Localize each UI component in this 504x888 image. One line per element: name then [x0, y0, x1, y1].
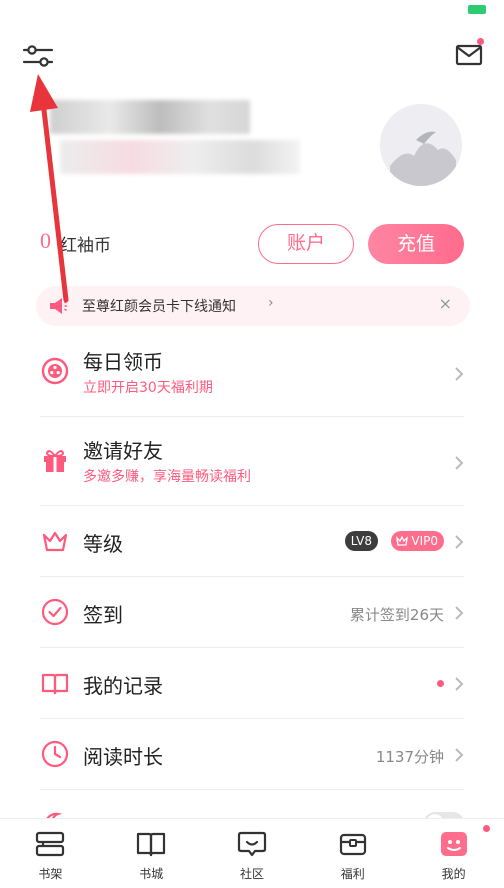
bookshelf-icon [36, 831, 65, 857]
menu-item-title: 阅读时长 [83, 745, 163, 769]
menu-item-title: 等级 [83, 532, 123, 556]
notice-text: 至尊红颜会员卡下线通知 [82, 299, 236, 315]
chevron-right-icon [455, 456, 464, 470]
tab-label: 书城 [139, 867, 164, 881]
menu-item-subtitle: 多邀多赚，享海量畅读福利 [83, 469, 251, 485]
open-book-icon [41, 673, 69, 695]
notification-dot [482, 825, 490, 832]
menu-item-checkin[interactable]: 签到 累计签到26天 [40, 577, 464, 648]
tab-bookstore[interactable]: 书城 [101, 819, 202, 888]
reading-minutes: 1137分钟 [375, 748, 444, 766]
book-icon [137, 832, 166, 857]
menu-item-reading-time[interactable]: 阅读时长 1137分钟 [40, 719, 464, 790]
bottom-tab-bar: 书架 书城 社区 福利 我的 [0, 818, 504, 888]
notification-dot [437, 680, 444, 687]
notice-bar[interactable]: 至尊红颜会员卡下线通知 › × [36, 286, 470, 326]
menu-item-title: 签到 [83, 603, 123, 627]
chevron-right-icon [455, 677, 464, 691]
megaphone-icon [50, 298, 67, 314]
chevron-right-icon [455, 367, 464, 381]
tab-welfare[interactable]: 福利 [302, 819, 403, 888]
menu-item-title: 邀请好友 [83, 439, 163, 463]
recharge-button[interactable]: 充值 [368, 224, 464, 264]
menu-item-my-records[interactable]: 我的记录 [40, 648, 464, 719]
vip-badge: VIP0 [391, 531, 444, 551]
coin-wheel-icon [41, 357, 69, 385]
blurred-user-info [60, 140, 300, 174]
sliders-icon[interactable] [20, 38, 56, 74]
battery-icon [468, 5, 486, 14]
chevron-right-icon: › [268, 295, 274, 311]
level-badge: LV8 [344, 531, 378, 551]
coin-balance: 0 [40, 228, 51, 253]
check-circle-icon [41, 598, 69, 626]
wallet-row: 0 红袖币 账户 充值 [40, 222, 464, 266]
coin-label: 红袖币 [60, 236, 111, 256]
checkin-count: 累计签到26天 [349, 606, 444, 624]
profile-icon [440, 832, 467, 856]
top-bar [0, 30, 504, 80]
tab-community[interactable]: 社区 [202, 819, 303, 888]
chat-icon [237, 831, 267, 857]
tab-label: 书架 [38, 867, 63, 881]
avatar-placeholder-icon [380, 104, 462, 186]
tab-label: 我的 [441, 867, 466, 881]
crown-icon [42, 531, 68, 552]
menu-list: 每日领币 立即开启30天福利期 邀请好友 多邀多赚，享海量畅读福利 等级 LV8… [40, 328, 464, 861]
notification-dot [477, 38, 484, 45]
gift-icon [44, 450, 66, 472]
user-profile-header[interactable] [40, 96, 470, 206]
menu-item-daily-coins[interactable]: 每日领币 立即开启30天福利期 [40, 328, 464, 417]
vip-badge-label: VIP0 [411, 534, 438, 548]
menu-item-subtitle: 立即开启30天福利期 [83, 380, 213, 396]
avatar[interactable] [380, 104, 462, 186]
chevron-right-icon [455, 535, 464, 549]
menu-item-level[interactable]: 等级 LV8 VIP0 [40, 506, 464, 577]
menu-item-invite-friends[interactable]: 邀请好友 多邀多赚，享海量畅读福利 [40, 417, 464, 506]
chevron-right-icon [455, 748, 464, 762]
chevron-right-icon [455, 606, 464, 620]
menu-item-title: 每日领币 [83, 350, 163, 374]
menu-item-title: 我的记录 [83, 674, 163, 698]
crown-icon [396, 535, 409, 546]
chest-icon [339, 833, 366, 856]
blurred-username [50, 100, 250, 134]
account-button[interactable]: 账户 [258, 224, 354, 264]
tab-label: 福利 [340, 867, 365, 881]
tab-mine[interactable]: 我的 [403, 819, 504, 888]
close-icon[interactable]: × [439, 294, 452, 313]
tab-bookshelf[interactable]: 书架 [0, 819, 101, 888]
tab-label: 社区 [239, 867, 264, 881]
clock-icon [41, 740, 69, 768]
